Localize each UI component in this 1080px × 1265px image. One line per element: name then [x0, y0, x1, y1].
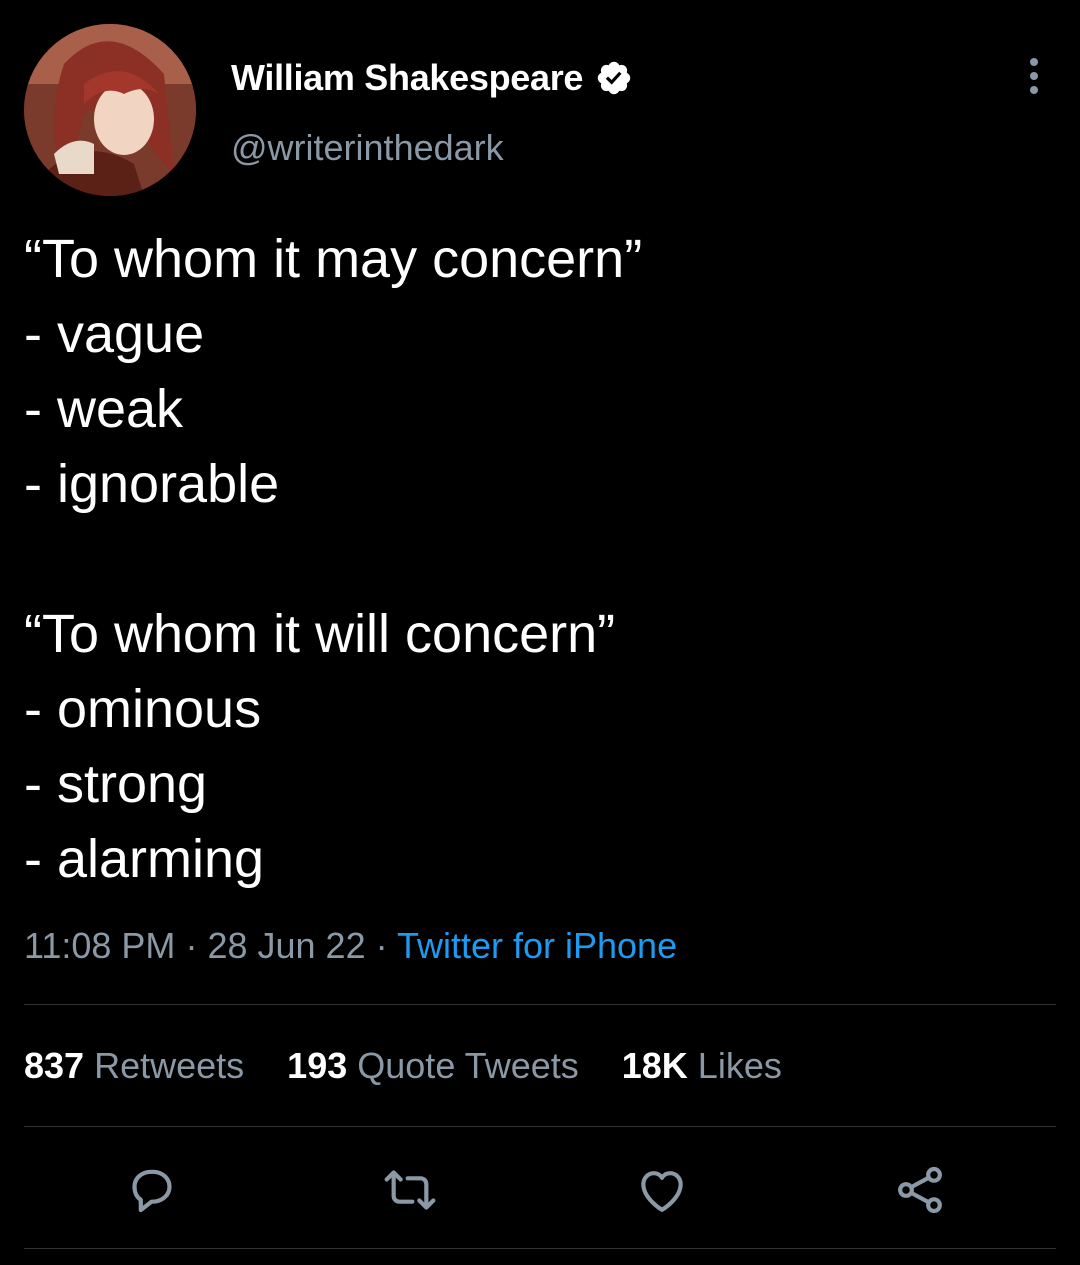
meta-separator: · — [185, 925, 198, 966]
quote-tweets-count: 193 — [287, 1045, 348, 1086]
tweet-line: - ominous — [24, 679, 262, 739]
retweet-icon — [384, 1170, 436, 1210]
tweet-line — [24, 522, 1054, 597]
user-handle[interactable]: @writerinthedark — [231, 124, 504, 172]
likes-stat[interactable]: 18K Likes — [622, 1042, 782, 1090]
tweet-line: “To whom it may concern” — [24, 229, 643, 289]
more-icon-dot — [1030, 86, 1038, 94]
tweet-line: - weak — [24, 379, 184, 439]
retweets-count: 837 — [24, 1045, 85, 1086]
tweet-source-link[interactable]: Twitter for iPhone — [397, 925, 677, 966]
tweet-line: “To whom it will concern” — [24, 604, 616, 664]
verified-badge-icon — [595, 59, 633, 97]
like-icon — [641, 1171, 683, 1212]
retweets-label: Retweets — [94, 1045, 245, 1086]
like-button[interactable] — [632, 1160, 692, 1220]
divider — [24, 1126, 1056, 1127]
likes-count: 18K — [621, 1045, 688, 1086]
tweet-time[interactable]: 11:08 PM — [24, 925, 175, 966]
display-name-text: William Shakespeare — [231, 57, 584, 98]
likes-label: Likes — [697, 1045, 782, 1086]
more-icon — [1030, 58, 1038, 66]
quote-tweets-label: Quote Tweets — [357, 1045, 579, 1086]
tweet-line: - strong — [24, 754, 208, 814]
share-button[interactable] — [890, 1160, 950, 1220]
more-options-button[interactable] — [1014, 56, 1054, 96]
tweet-line: - alarming — [24, 829, 265, 889]
retweets-stat[interactable]: 837 Retweets — [24, 1042, 244, 1090]
tweet-text: “To whom it may concern” - vague - weak … — [24, 222, 1054, 897]
meta-separator: · — [375, 925, 388, 966]
divider — [24, 1248, 1056, 1249]
share-icon — [898, 1166, 942, 1214]
tweet-line: - ignorable — [24, 454, 280, 514]
reply-button[interactable] — [122, 1160, 182, 1220]
quote-tweets-stat[interactable]: 193 Quote Tweets — [287, 1042, 579, 1090]
divider — [24, 1004, 1056, 1005]
tweet-metadata: 11:08 PM · 28 Jun 22 · Twitter for iPhon… — [24, 922, 677, 970]
avatar-illustration — [24, 24, 196, 196]
reply-icon — [132, 1169, 172, 1213]
display-name[interactable]: William Shakespeare — [231, 54, 633, 102]
avatar[interactable] — [24, 24, 196, 196]
tweet-stats: 837 Retweets 193 Quote Tweets 18K Likes — [24, 1042, 782, 1090]
retweet-button[interactable] — [380, 1160, 440, 1220]
tweet-line: - vague — [24, 304, 205, 364]
more-icon-dot — [1030, 72, 1038, 80]
tweet-date[interactable]: 28 Jun 22 — [207, 925, 365, 966]
